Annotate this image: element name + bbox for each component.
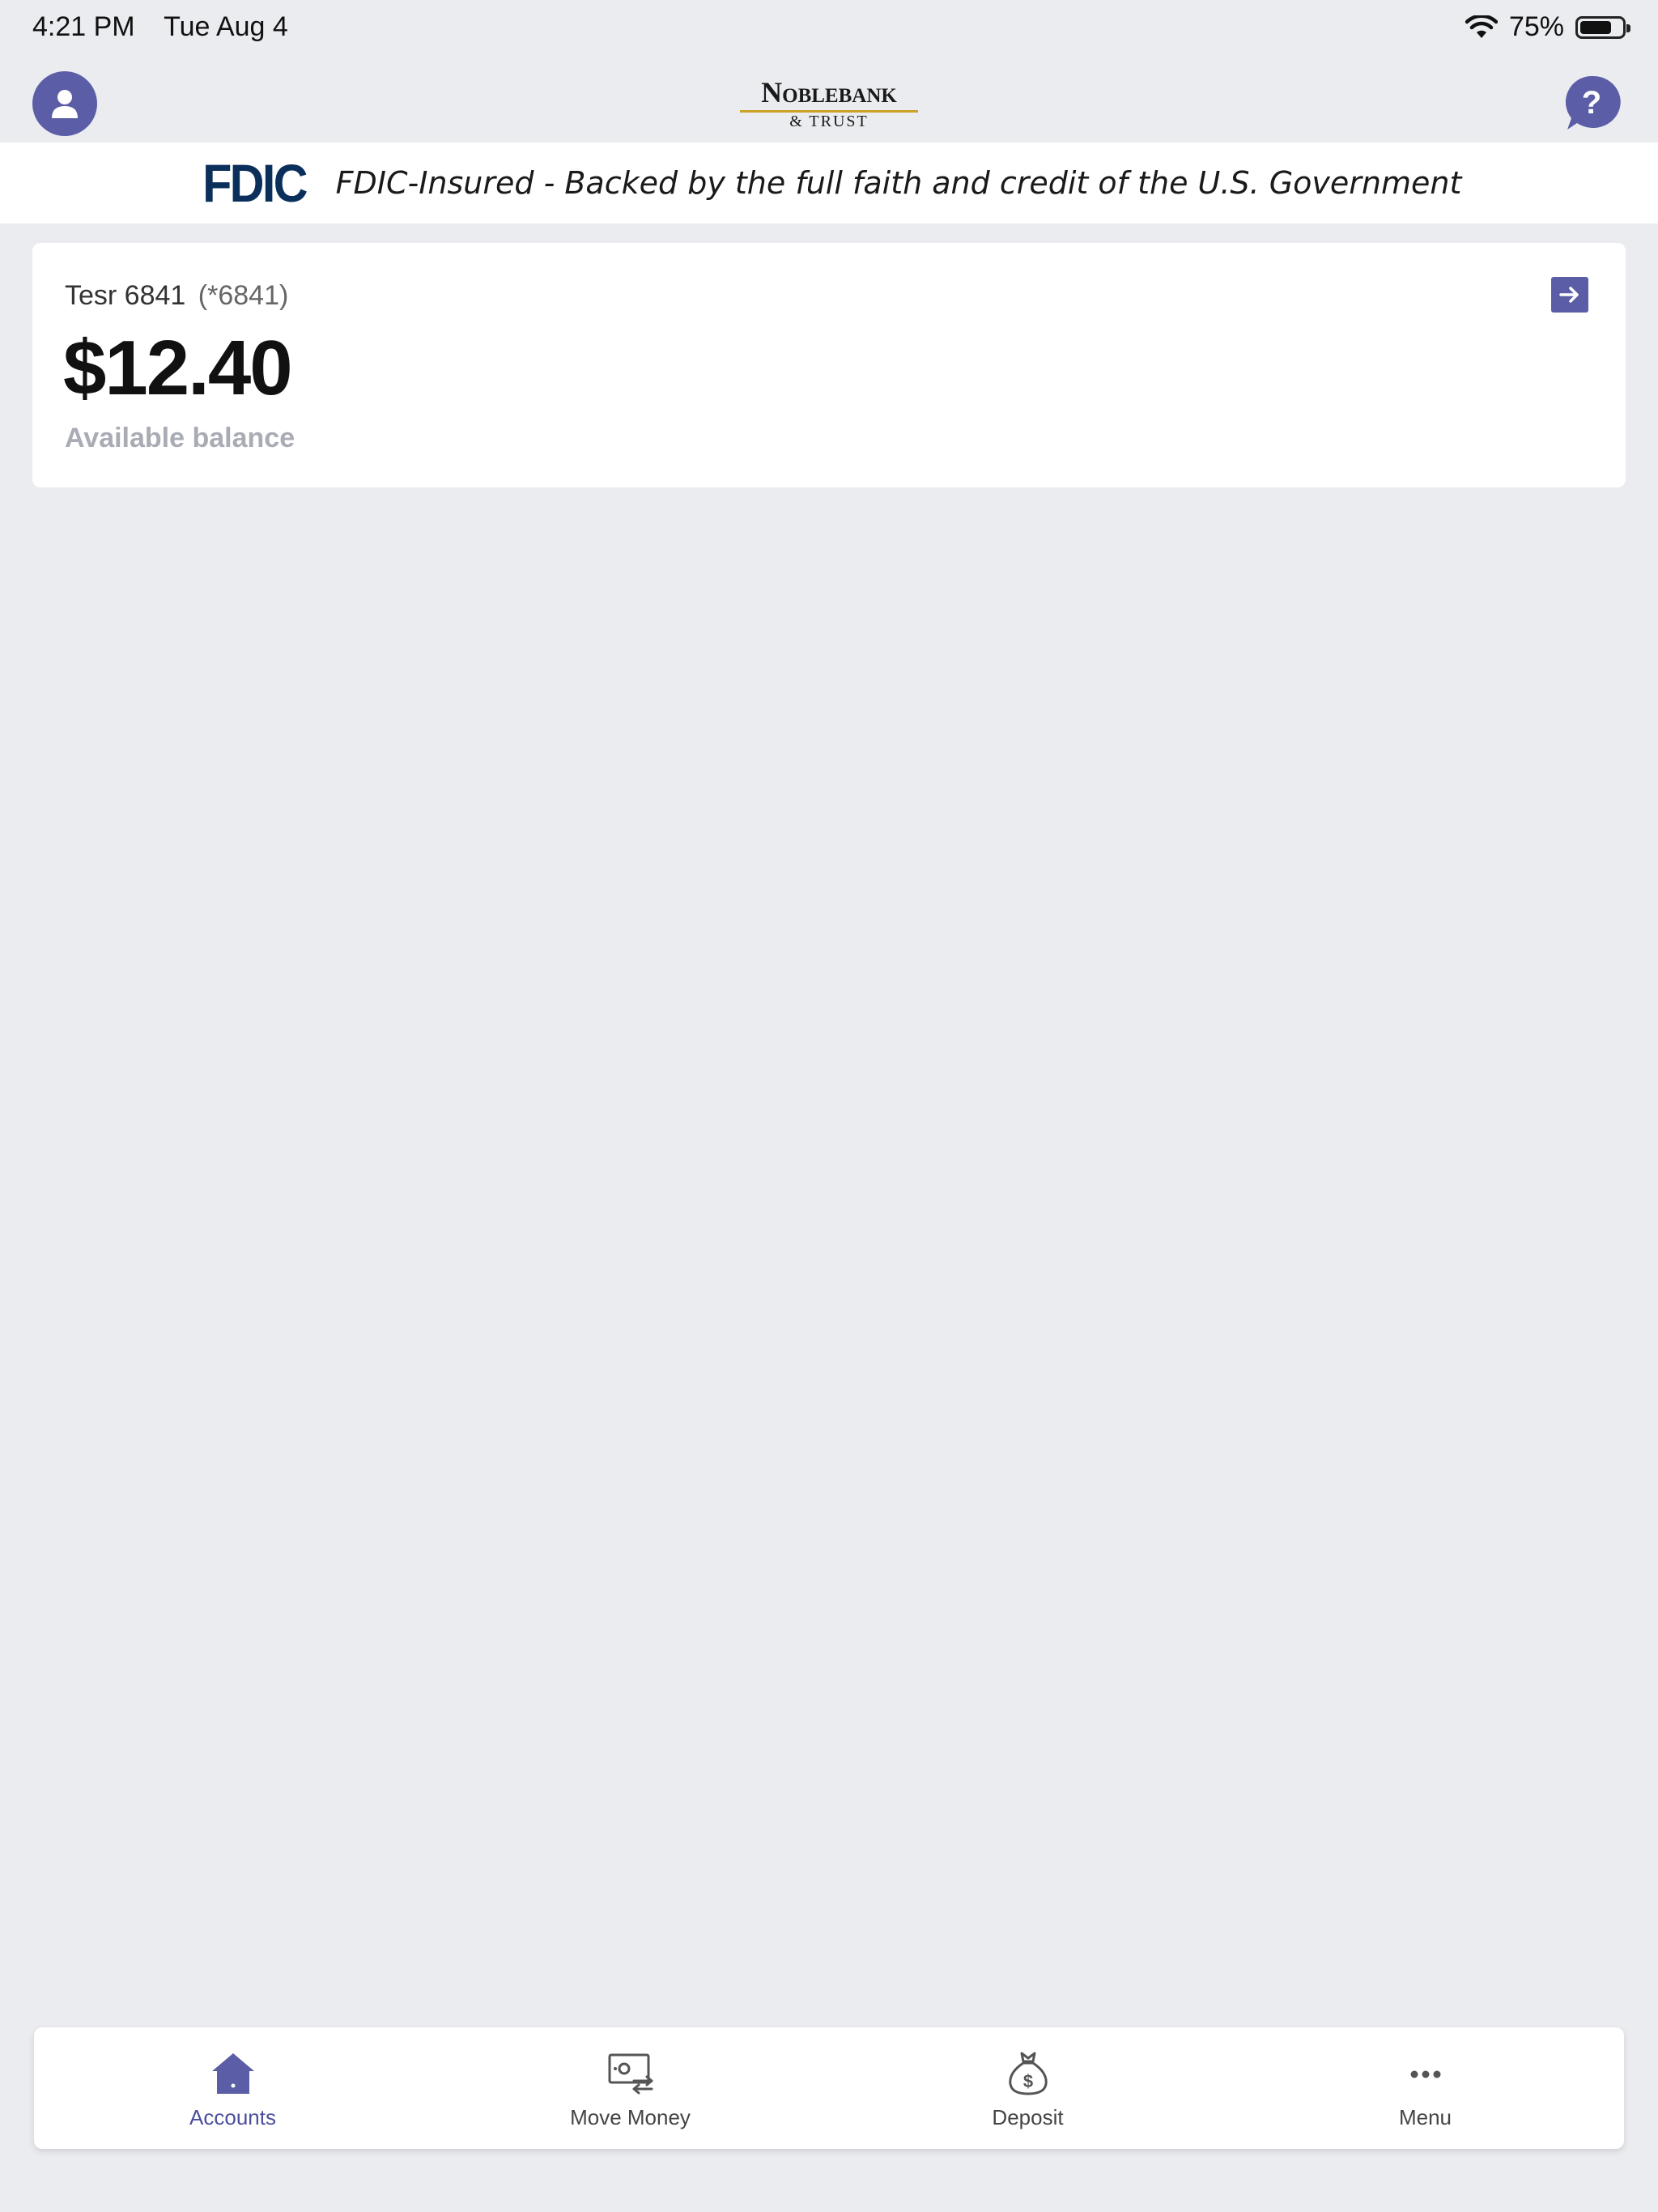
logo-sub: & TRUST <box>789 113 869 130</box>
nav-label: Accounts <box>189 2105 276 2129</box>
nav-label: Menu <box>1398 2105 1452 2129</box>
account-details-button[interactable] <box>1551 277 1588 313</box>
nav-accounts[interactable]: Accounts <box>34 2027 432 2149</box>
account-balance: $12.40 <box>63 325 293 411</box>
fdic-banner: FDIC FDIC-Insured - Backed by the full f… <box>0 143 1658 223</box>
account-card[interactable]: Tesr 6841 (*6841) $12.40 Available balan… <box>32 243 1626 487</box>
money-bag-icon: $ <box>1008 2052 1048 2095</box>
status-bar: 4:21 PM Tue Aug 4 75% <box>0 0 1658 58</box>
home-icon <box>211 2053 254 2094</box>
status-date: Tue Aug 4 <box>164 11 288 42</box>
fdic-logo: FDIC <box>202 153 308 213</box>
account-mask: (*6841) <box>198 280 289 311</box>
battery-fill <box>1580 20 1611 34</box>
fdic-text: FDIC-Insured - Backed by the full faith … <box>335 165 1462 201</box>
person-icon <box>52 90 78 118</box>
balance-label: Available balance <box>65 423 295 453</box>
help-button[interactable]: ? <box>1561 73 1622 134</box>
arrow-right-icon <box>1559 287 1579 303</box>
status-time: 4:21 PM <box>32 11 135 42</box>
svg-text:$: $ <box>1022 2071 1032 2091</box>
account-name: Tesr 6841 <box>65 280 186 311</box>
bank-logo: Noblebank & TRUST <box>740 76 918 130</box>
more-dots-icon <box>1410 2070 1440 2078</box>
nav-label: Move Money <box>570 2105 691 2129</box>
account-name-row: Tesr 6841 (*6841) <box>65 280 288 312</box>
battery-percent: 75% <box>1508 11 1564 42</box>
nav-menu[interactable]: Menu <box>1226 2027 1624 2149</box>
logo-main: Noblebank <box>740 76 918 113</box>
app-header: Noblebank & TRUST ? <box>0 58 1658 143</box>
wifi-icon <box>1465 15 1498 40</box>
nav-label: Deposit <box>992 2105 1064 2129</box>
profile-button[interactable] <box>32 71 97 136</box>
svg-text:?: ? <box>1582 85 1601 121</box>
nav-move-money[interactable]: Move Money <box>432 2027 829 2149</box>
bottom-nav: Accounts Move Money $ Deposit Menu <box>34 2027 1624 2149</box>
battery-icon <box>1575 15 1630 39</box>
question-bubble-icon: ? <box>1565 75 1621 130</box>
money-transfer-icon <box>608 2053 653 2095</box>
nav-deposit[interactable]: $ Deposit <box>829 2027 1226 2149</box>
